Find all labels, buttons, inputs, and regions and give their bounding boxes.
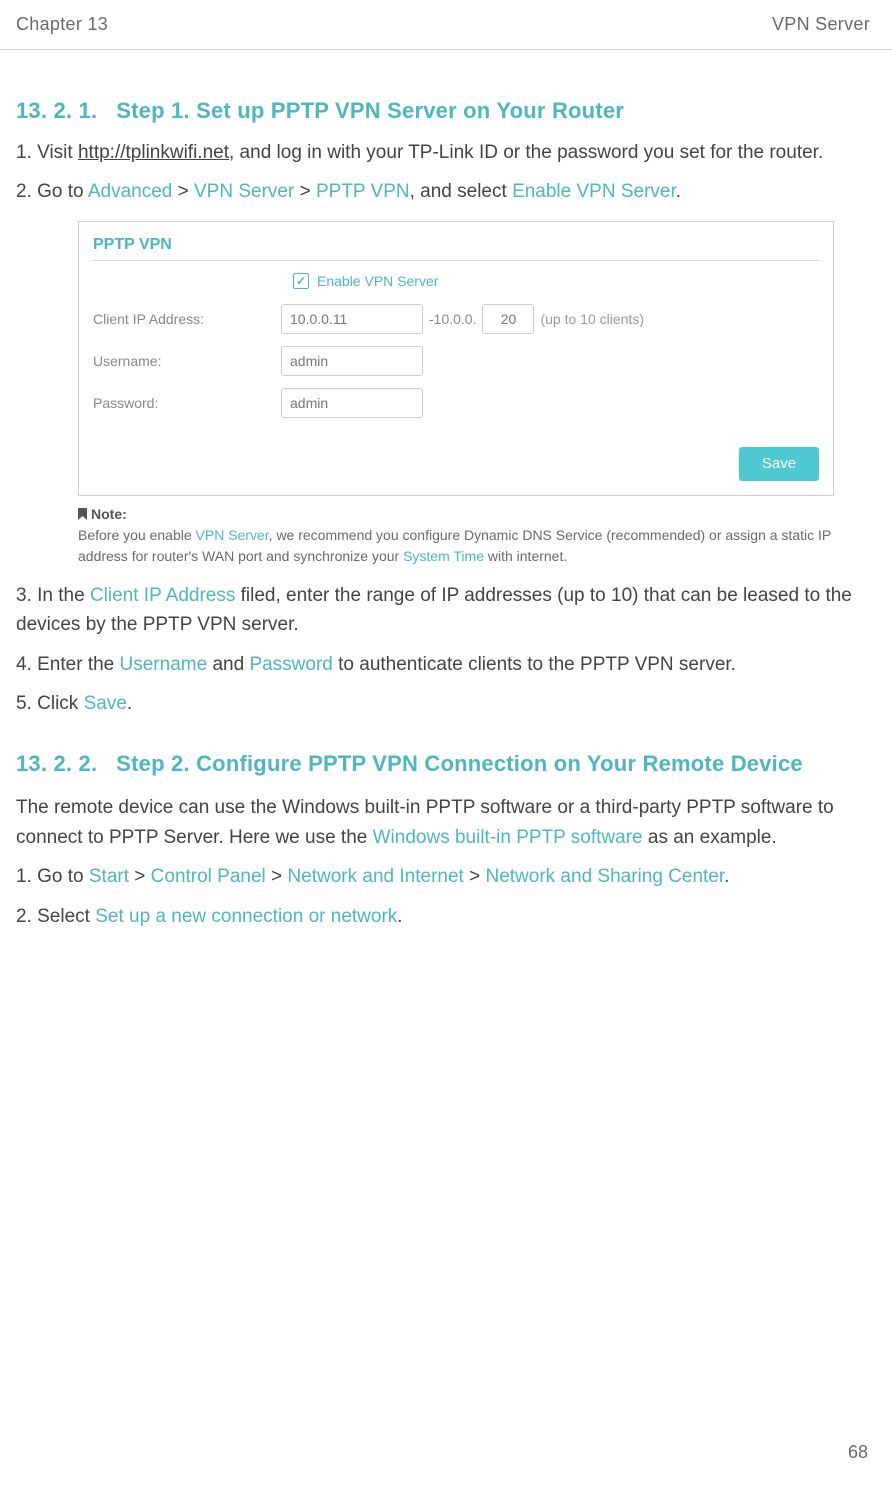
step-4: 4. Enter the Username and Password to au… xyxy=(16,650,870,679)
text: 2. Select xyxy=(16,906,95,927)
password-input[interactable]: admin xyxy=(281,388,423,418)
text: . xyxy=(724,866,729,887)
tplink-url-link[interactable]: http://tplinkwifi.net xyxy=(78,142,229,163)
text: , and select xyxy=(410,181,512,202)
text: 3. In the xyxy=(16,585,90,606)
enable-vpn-checkbox[interactable]: ✓ xyxy=(293,273,309,289)
text: , and log in with your TP-Link ID or the… xyxy=(229,142,823,163)
text: 1. Go to xyxy=(16,866,89,887)
step-2: 2. Go to Advanced > VPN Server > PPTP VP… xyxy=(16,177,870,206)
text: 1. Visit xyxy=(16,142,78,163)
section-heading-2: 13. 2. 2. Step 2. Configure PPTP VPN Con… xyxy=(16,749,870,780)
ui-term-system-time: System Time xyxy=(403,548,484,564)
text: . xyxy=(397,906,402,927)
text: . xyxy=(127,693,132,714)
ui-term-advanced: Advanced xyxy=(88,181,173,202)
ui-term-username: Username xyxy=(120,654,208,675)
ui-term-network-internet: Network and Internet xyxy=(287,866,463,887)
ui-term-client-ip: Client IP Address xyxy=(90,585,235,606)
client-ip-end-input[interactable]: 20 xyxy=(482,304,534,334)
ui-term-vpn-server: VPN Server xyxy=(196,527,269,543)
section2-intro: The remote device can use the Windows bu… xyxy=(16,793,870,852)
ui-term-windows-pptp: Windows built-in PPTP software xyxy=(373,827,643,848)
note-label-text: Note: xyxy=(91,504,127,525)
password-row: Password: admin xyxy=(93,387,819,419)
client-ip-label: Client IP Address: xyxy=(93,311,281,327)
text: . xyxy=(676,181,681,202)
text: 4. Enter the xyxy=(16,654,120,675)
ui-term-enable-vpn: Enable VPN Server xyxy=(512,181,676,202)
ui-term-pptp-vpn: PPTP VPN xyxy=(316,181,410,202)
panel-title: PPTP VPN xyxy=(79,222,833,260)
step-1: 1. Visit http://tplinkwifi.net, and log … xyxy=(16,138,870,167)
divider xyxy=(93,260,819,261)
section-label: VPN Server xyxy=(772,14,870,35)
ui-term-control-panel: Control Panel xyxy=(151,866,266,887)
ui-term-new-connection: Set up a new connection or network xyxy=(95,906,397,927)
username-label: Username: xyxy=(93,353,281,369)
text: 5. Click xyxy=(16,693,84,714)
section-title: Step 1. Set up PPTP VPN Server on Your R… xyxy=(116,98,624,123)
text: and xyxy=(207,654,249,675)
text: to authenticate clients to the PPTP VPN … xyxy=(333,654,736,675)
pptp-vpn-screenshot: PPTP VPN ✓ Enable VPN Server Client IP A… xyxy=(78,221,834,496)
client-ip-start-input[interactable]: 10.0.0.11 xyxy=(281,304,423,334)
client-ip-row: Client IP Address: 10.0.0.11 -10.0.0. 20… xyxy=(93,303,819,335)
page-header: Chapter 13 VPN Server xyxy=(0,0,892,50)
ip-range-sep: -10.0.0. xyxy=(429,311,476,327)
note-block: Note: Before you enable VPN Server, we r… xyxy=(78,504,870,567)
save-button[interactable]: Save xyxy=(739,447,819,481)
chapter-label: Chapter 13 xyxy=(16,14,108,35)
username-row: Username: admin xyxy=(93,345,819,377)
ui-term-save: Save xyxy=(84,693,127,714)
note-label: Note: xyxy=(78,504,870,525)
step-3: 3. In the Client IP Address filed, enter… xyxy=(16,581,870,640)
bookmark-icon xyxy=(78,508,87,520)
text: 2. Go to xyxy=(16,181,88,202)
password-label: Password: xyxy=(93,395,281,411)
text: as an example. xyxy=(643,827,777,848)
page-content: 13. 2. 1. Step 1. Set up PPTP VPN Server… xyxy=(0,50,892,931)
sec2-step-1: 1. Go to Start > Control Panel > Network… xyxy=(16,862,870,891)
ui-term-network-sharing: Network and Sharing Center xyxy=(485,866,724,887)
panel-footer: Save xyxy=(79,447,833,495)
text: Before you enable xyxy=(78,527,196,543)
section-heading-1: 13. 2. 1. Step 1. Set up PPTP VPN Server… xyxy=(16,98,870,124)
username-input[interactable]: admin xyxy=(281,346,423,376)
section-number: 13. 2. 1. xyxy=(16,98,97,123)
enable-vpn-row: ✓ Enable VPN Server xyxy=(293,273,819,289)
client-ip-hint: (up to 10 clients) xyxy=(540,311,644,327)
ui-term-password: Password xyxy=(249,654,332,675)
step-5: 5. Click Save. xyxy=(16,689,870,718)
section-number: 13. 2. 2. xyxy=(16,751,97,776)
enable-vpn-label: Enable VPN Server xyxy=(317,273,438,289)
section-title: Step 2. Configure PPTP VPN Connection on… xyxy=(116,751,803,776)
ui-term-start: Start xyxy=(89,866,129,887)
ui-term-vpn-server: VPN Server xyxy=(194,181,294,202)
sec2-step-2: 2. Select Set up a new connection or net… xyxy=(16,902,870,931)
page-number: 68 xyxy=(848,1442,868,1463)
text: with internet. xyxy=(484,548,567,564)
